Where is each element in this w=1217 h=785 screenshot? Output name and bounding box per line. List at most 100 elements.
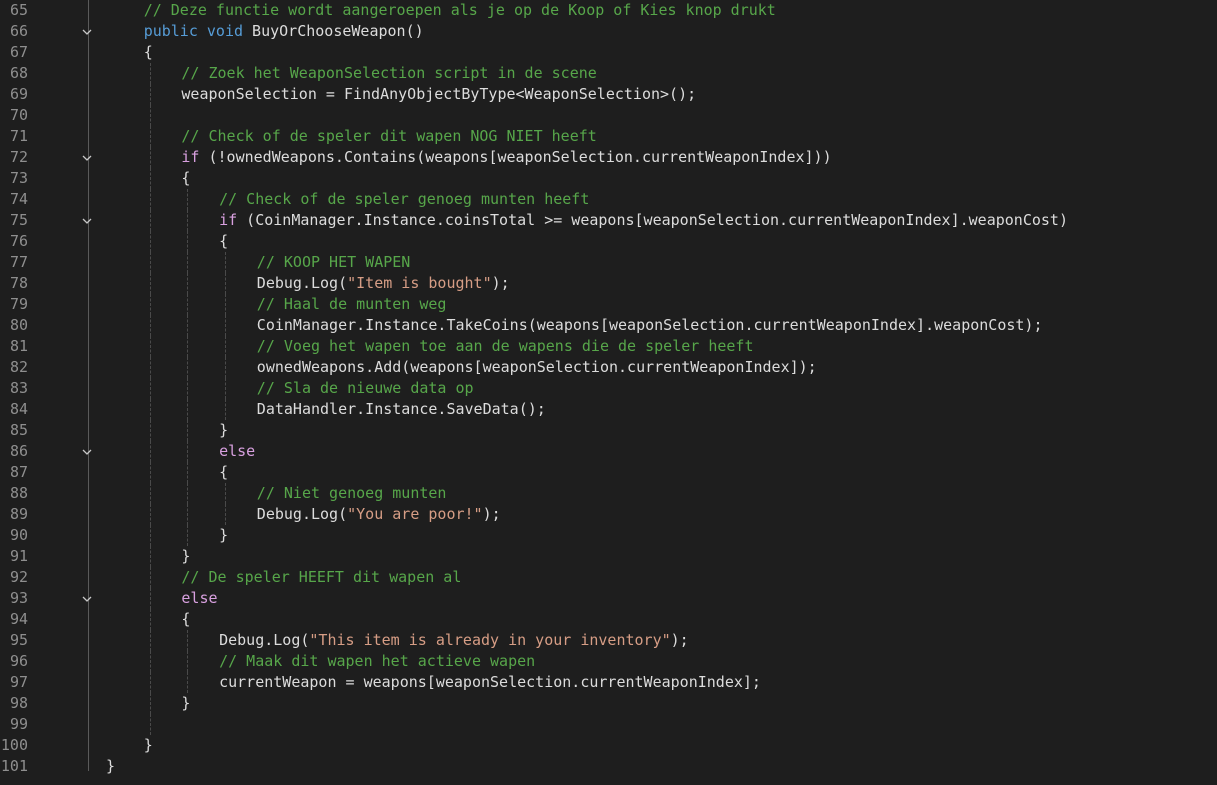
indent-guide (187, 462, 189, 483)
indent-guide (225, 252, 227, 273)
code-text: // Maak dit wapen het actieve wapen (219, 651, 535, 672)
code-line[interactable]: 80 CoinManager.Instance.TakeCoins(weapons… (0, 315, 1217, 336)
line-number: 83 (9, 379, 28, 397)
code-token: ); (670, 631, 689, 649)
indent-guide (149, 336, 151, 357)
code-line[interactable]: 84 DataHandler.Instance.SaveData(); (0, 399, 1217, 420)
indent-guide (149, 525, 151, 546)
code-line[interactable]: 77 // KOOP HET WAPEN (0, 252, 1217, 273)
line-number: 79 (9, 295, 28, 313)
line-number: 94 (9, 610, 28, 628)
line-number: 81 (9, 337, 28, 355)
code-text: public void BuyOrChooseWeapon() (144, 21, 424, 42)
code-line[interactable]: 89 Debug.Log("You are poor!"); (0, 504, 1217, 525)
chevron-down-icon[interactable] (80, 21, 94, 42)
code-token: "You are poor!" (347, 505, 483, 523)
code-line[interactable]: 83 // Sla de nieuwe data op (0, 378, 1217, 399)
code-line[interactable]: 69 weaponSelection = FindAnyObjectByType<… (0, 84, 1217, 105)
line-number: 80 (9, 316, 28, 334)
line-number: 97 (9, 673, 28, 691)
line-number: 93 (9, 589, 28, 607)
line-number: 90 (9, 526, 28, 544)
code-line[interactable]: 96 // Maak dit wapen het actieve wapen (0, 651, 1217, 672)
code-text: ownedWeapons.Add(weapons[weaponSelection… (257, 357, 817, 378)
line-number: 74 (9, 190, 28, 208)
code-line[interactable]: 90} (0, 525, 1217, 546)
code-line[interactable]: 81 // Voeg het wapen toe aan de wapens di… (0, 336, 1217, 357)
code-token: else (181, 589, 218, 607)
indent-guide (225, 378, 227, 399)
code-line[interactable]: 100} (0, 735, 1217, 756)
code-line[interactable]: 71 // Check of de speler dit wapen NOG NI… (0, 126, 1217, 147)
indent-guide (187, 483, 189, 504)
code-text: // Sla de nieuwe data op (257, 378, 474, 399)
code-line[interactable]: 91} (0, 546, 1217, 567)
line-number: 92 (9, 568, 28, 586)
indent-guide (187, 630, 189, 651)
code-token: // Deze functie wordt aangeroepen als je… (143, 1, 776, 19)
code-line[interactable]: 79 // Haal de munten weg (0, 294, 1217, 315)
code-line[interactable]: 93 else (0, 588, 1217, 609)
code-token: "Item is bought" (347, 274, 492, 292)
code-line[interactable]: 74 // Check of de speler genoeg munten he… (0, 189, 1217, 210)
line-number: 100 (0, 736, 28, 754)
code-token: BuyOrChooseWeapon() (243, 22, 424, 40)
indent-guide (187, 210, 189, 231)
line-number: 85 (9, 421, 28, 439)
code-line[interactable]: 67 { (0, 42, 1217, 63)
code-token: } (143, 736, 153, 754)
indent-guide (149, 441, 151, 462)
line-number: 70 (9, 106, 28, 124)
indent-guide (149, 210, 151, 231)
line-number: 77 (9, 253, 28, 271)
indent-guide (149, 126, 151, 147)
code-line[interactable]: 97 currentWeapon = weapons[weaponSelectio… (0, 672, 1217, 693)
chevron-down-icon[interactable] (80, 147, 94, 168)
line-number: 82 (9, 358, 28, 376)
code-editor[interactable]: 65 // Deze functie wordt aangeroepen als … (0, 0, 1217, 785)
indent-guide (149, 630, 151, 651)
code-line[interactable]: 95 Debug.Log("This item is already in you… (0, 630, 1217, 651)
chevron-down-icon[interactable] (80, 210, 94, 231)
indent-guide (225, 315, 227, 336)
code-line[interactable]: 92 // De speler HEEFT dit wapen al (0, 567, 1217, 588)
code-line[interactable]: 78 Debug.Log("Item is bought"); (0, 273, 1217, 294)
indent-guide (149, 588, 151, 609)
line-number: 86 (9, 442, 28, 460)
code-line[interactable]: 94 { (0, 609, 1217, 630)
code-token: // Zoek het WeaponSelection script in de… (181, 64, 597, 82)
code-text: { (219, 462, 228, 483)
code-line[interactable]: 65 // Deze functie wordt aangeroepen als … (0, 0, 1217, 21)
code-token: // Maak dit wapen het actieve wapen (219, 652, 536, 670)
code-token: { (219, 463, 229, 481)
code-line[interactable]: 73 { (0, 168, 1217, 189)
line-number: 101 (0, 757, 28, 775)
code-token: { (219, 232, 229, 250)
chevron-down-icon[interactable] (80, 441, 94, 462)
line-number: 66 (9, 22, 28, 40)
code-line[interactable]: 70 (0, 105, 1217, 126)
indent-guide (225, 357, 227, 378)
line-number: 89 (9, 505, 28, 523)
code-line[interactable]: 66 public void BuyOrChooseWeapon() (0, 21, 1217, 42)
code-line[interactable]: 88 // Niet genoeg munten (0, 483, 1217, 504)
code-line[interactable]: 98} (0, 693, 1217, 714)
code-text: if (!ownedWeapons.Contains(weapons[weapo… (181, 147, 831, 168)
code-line[interactable]: 85} (0, 420, 1217, 441)
code-line[interactable]: 75 if (CoinManager.Instance.coinsTotal >=… (0, 210, 1217, 231)
code-line[interactable]: 76 { (0, 231, 1217, 252)
code-text: CoinManager.Instance.TakeCoins(weapons[w… (257, 315, 1043, 336)
indent-guide (187, 357, 189, 378)
code-line[interactable]: 72 if (!ownedWeapons.Contains(weapons[wea… (0, 147, 1217, 168)
indent-guide (149, 399, 151, 420)
chevron-down-icon[interactable] (80, 588, 94, 609)
code-token: currentWeapon = weapons[weaponSelection.… (219, 673, 761, 691)
code-line[interactable]: 82 ownedWeapons.Add(weapons[weaponSelecti… (0, 357, 1217, 378)
code-text: // Niet genoeg munten (257, 483, 447, 504)
code-line[interactable]: 101} (0, 756, 1217, 777)
indent-guide (149, 315, 151, 336)
code-line[interactable]: 87 { (0, 462, 1217, 483)
code-line[interactable]: 86 else (0, 441, 1217, 462)
code-line[interactable]: 68 // Zoek het WeaponSelection script in … (0, 63, 1217, 84)
code-line[interactable]: 99 (0, 714, 1217, 735)
